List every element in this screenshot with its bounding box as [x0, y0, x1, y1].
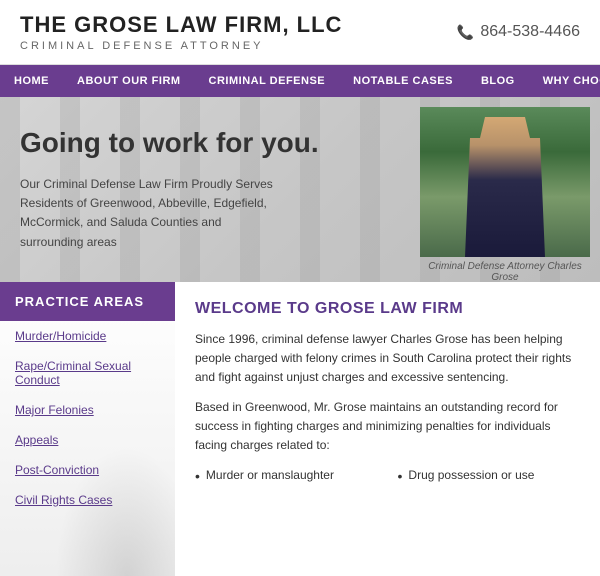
- header: THE GROSE LAW FIRM, LLC CRIMINAL DEFENSE…: [0, 0, 600, 65]
- welcome-paragraph-2: Based in Greenwood, Mr. Grose maintains …: [195, 398, 580, 456]
- sidebar-item-appeals[interactable]: Appeals: [0, 425, 175, 455]
- firm-name: THE GROSE LAW FIRM, LLC: [20, 12, 342, 38]
- attorney-photo: [420, 107, 590, 257]
- bullet-col-left: • Murder or manslaughter: [195, 465, 378, 488]
- hero-image-container: Criminal Defense Attorney Charles Grose: [410, 97, 600, 282]
- hero-description: Our Criminal Defense Law Firm Proudly Se…: [20, 175, 280, 252]
- sidebar-item-felonies[interactable]: Major Felonies: [0, 395, 175, 425]
- nav-why-choose-us[interactable]: WHY CHOOSE US: [529, 65, 600, 97]
- image-caption: Criminal Defense Attorney Charles Grose: [420, 261, 590, 282]
- welcome-paragraph-1: Since 1996, criminal defense lawyer Char…: [195, 330, 580, 388]
- bullet-section: • Murder or manslaughter • Drug possessi…: [195, 465, 580, 488]
- main-content: WELCOME TO GROSE LAW FIRM Since 1996, cr…: [175, 282, 600, 576]
- phone-display: 📞 864-538-4466: [457, 23, 580, 41]
- bottom-section: PRACTICE AREAS Murder/Homicide Rape/Crim…: [0, 282, 600, 576]
- bullet-dot: •: [195, 468, 200, 485]
- phone-number: 864-538-4466: [480, 23, 580, 41]
- sidebar-item-civil-rights[interactable]: Civil Rights Cases: [0, 485, 175, 515]
- sidebar-item-murder[interactable]: Murder/Homicide: [0, 321, 175, 351]
- nav-blog[interactable]: BLOG: [467, 65, 529, 97]
- bullet-item-right-0: • Drug possession or use: [398, 465, 581, 488]
- nav-about[interactable]: ABOUT OUR FIRM: [63, 65, 195, 97]
- nav-notable-cases[interactable]: NOTABLE CASES: [339, 65, 467, 97]
- firm-tagline: CRIMINAL DEFENSE ATTORNEY: [20, 40, 342, 52]
- welcome-title: WELCOME TO GROSE LAW FIRM: [195, 300, 580, 318]
- sidebar: PRACTICE AREAS Murder/Homicide Rape/Crim…: [0, 282, 175, 576]
- sidebar-item-post-conviction[interactable]: Post-Conviction: [0, 455, 175, 485]
- hero-text-area: Going to work for you. Our Criminal Defe…: [0, 97, 410, 282]
- bullet-dot-right: •: [398, 468, 403, 485]
- nav-criminal-defense[interactable]: CRIMINAL DEFENSE: [195, 65, 340, 97]
- bullet-item-left-0: • Murder or manslaughter: [195, 465, 378, 488]
- hero-heading: Going to work for you.: [20, 127, 390, 159]
- nav-home[interactable]: HOME: [0, 65, 63, 97]
- firm-info: THE GROSE LAW FIRM, LLC CRIMINAL DEFENSE…: [20, 12, 342, 52]
- hero-section: Going to work for you. Our Criminal Defe…: [0, 97, 600, 282]
- sidebar-item-rape[interactable]: Rape/Criminal Sexual Conduct: [0, 351, 175, 395]
- phone-icon: 📞: [457, 24, 474, 41]
- bullet-col-right: • Drug possession or use: [398, 465, 581, 488]
- navbar: HOME ABOUT OUR FIRM CRIMINAL DEFENSE NOT…: [0, 65, 600, 97]
- sidebar-header: PRACTICE AREAS: [0, 282, 175, 321]
